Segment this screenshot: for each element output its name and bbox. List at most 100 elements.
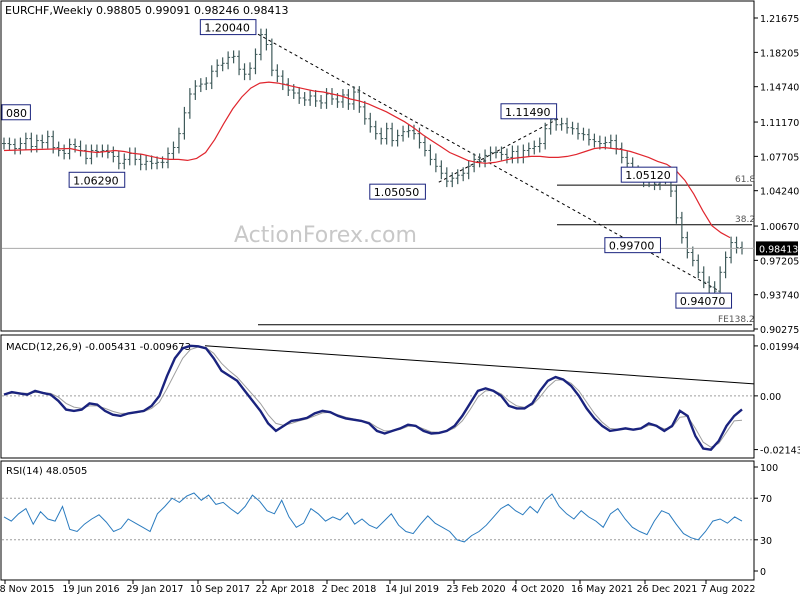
- price-bar: [330, 88, 334, 105]
- price-bar: [62, 144, 67, 160]
- watermark: ActionForex.com: [234, 223, 417, 248]
- price-bar: [2, 137, 6, 150]
- price-bar: [723, 251, 728, 279]
- price-bar: [461, 167, 466, 182]
- price-bar: [351, 86, 356, 110]
- rsi-layer: [2, 492, 754, 543]
- price-bar: [242, 63, 247, 81]
- price-bar: [269, 38, 274, 77]
- price-bar: [23, 132, 28, 150]
- price-bar: [433, 153, 438, 173]
- price-bar: [40, 134, 45, 149]
- price-bar: [319, 95, 324, 109]
- macd-signal-line: [3, 346, 743, 448]
- price-bar: [116, 150, 121, 170]
- price-bar: [198, 78, 203, 93]
- price-y-tick-label: 1.04240: [760, 187, 799, 198]
- price-bar: [384, 122, 389, 145]
- x-tick-label: 19 Jun 2016: [62, 584, 119, 595]
- rsi-panel-frame: [0, 460, 755, 581]
- price-bar: [450, 172, 455, 188]
- price-annotation: 1.06290: [73, 174, 119, 187]
- price-y-tick-label: 1.11170: [760, 118, 799, 129]
- current-price-label: 0.98413: [759, 244, 798, 255]
- price-bar: [144, 155, 149, 171]
- price-bar: [679, 211, 684, 244]
- price-panel-frame: [0, 0, 755, 332]
- price-bar: [45, 130, 50, 149]
- x-tick-label: 4 Oct 2020: [512, 584, 565, 595]
- price-bar: [439, 160, 444, 180]
- x-tick-label: 22 Apr 2018: [256, 584, 315, 595]
- chart-stage: EURCHF,Weekly 0.98805 0.99091 0.98246 0.…: [0, 0, 800, 600]
- price-annotation: 1.05050: [374, 186, 420, 199]
- moving-average-line: [69, 81, 731, 239]
- price-bar: [78, 140, 83, 157]
- price-bar: [84, 144, 88, 165]
- level-label: FE138.2: [718, 315, 755, 325]
- price-bar: [182, 106, 187, 140]
- price-y-tick-label: 1.07705: [760, 152, 799, 163]
- price-bar: [401, 125, 406, 142]
- price-bar: [379, 127, 384, 145]
- price-bar: [127, 147, 132, 166]
- ohlc-label: 0.98805 0.99091 0.98246 0.98413: [96, 4, 288, 17]
- price-annotation: 0.94070: [680, 295, 726, 308]
- price-bar: [559, 117, 564, 131]
- macd-title: MACD(12,26,9) -0.005431 -0.009673: [6, 342, 191, 353]
- x-tick-label: 10 Sep 2017: [190, 584, 250, 595]
- price-bar: [729, 236, 734, 264]
- price-bar: [237, 50, 242, 76]
- rsi-line: [3, 492, 743, 543]
- price-bar: [171, 141, 176, 160]
- price-bar: [576, 122, 580, 140]
- price-bar: [89, 144, 94, 165]
- price-bar: [510, 145, 515, 164]
- price-bar: [138, 153, 143, 171]
- price-bar: [685, 231, 690, 259]
- price-y-tick-label: 1.18205: [760, 48, 799, 59]
- price-bar: [690, 246, 695, 267]
- price-bar: [94, 144, 99, 158]
- price-annotation: 1.20040: [204, 22, 250, 35]
- price-annotation: 080: [6, 107, 27, 120]
- price-bar: [707, 276, 712, 294]
- price-bar: [718, 266, 723, 298]
- price-bar: [253, 48, 258, 75]
- macd-y-tick-label: 0.019943: [760, 342, 800, 353]
- price-bar: [390, 122, 395, 147]
- price-bar: [395, 129, 400, 147]
- price-bar: [581, 127, 586, 141]
- level-label: 61.8: [735, 175, 755, 185]
- rsi-y-tick-label: 30: [760, 536, 772, 547]
- price-annotation: 0.99700: [609, 240, 655, 253]
- price-bar: [324, 88, 329, 109]
- price-bar: [532, 140, 537, 155]
- price-bar: [193, 80, 198, 100]
- price-bar: [608, 134, 613, 149]
- price-bar: [614, 134, 619, 155]
- price-bar: [286, 78, 291, 96]
- price-bar: [248, 62, 252, 81]
- x-tick-label: 26 Dec 2021: [637, 584, 698, 595]
- price-bar: [302, 92, 307, 106]
- x-tick-label: 2 Dec 2018: [322, 584, 377, 595]
- rsi-y-tick-label: 0: [760, 567, 766, 578]
- x-tick-label: 16 May 2021: [571, 584, 633, 595]
- price-bar: [494, 146, 498, 159]
- price-bar: [362, 100, 367, 125]
- x-tick-label: 14 Jul 2019: [385, 584, 439, 595]
- price-bar: [543, 122, 548, 150]
- price-bar: [477, 153, 482, 168]
- macd-y-tick-label: 0.00: [760, 392, 781, 403]
- price-y-tick-label: 1.21675: [760, 14, 799, 25]
- price-bar: [674, 185, 679, 224]
- macd-panel-frame: [0, 334, 755, 459]
- price-y-tick-label: 0.90275: [760, 325, 799, 336]
- price-bar: [258, 28, 263, 61]
- price-y-tick-label: 1.00670: [760, 222, 799, 233]
- price-bar: [215, 59, 220, 78]
- price-bar: [422, 136, 427, 157]
- price-bar: [619, 142, 624, 164]
- price-bar: [231, 50, 236, 64]
